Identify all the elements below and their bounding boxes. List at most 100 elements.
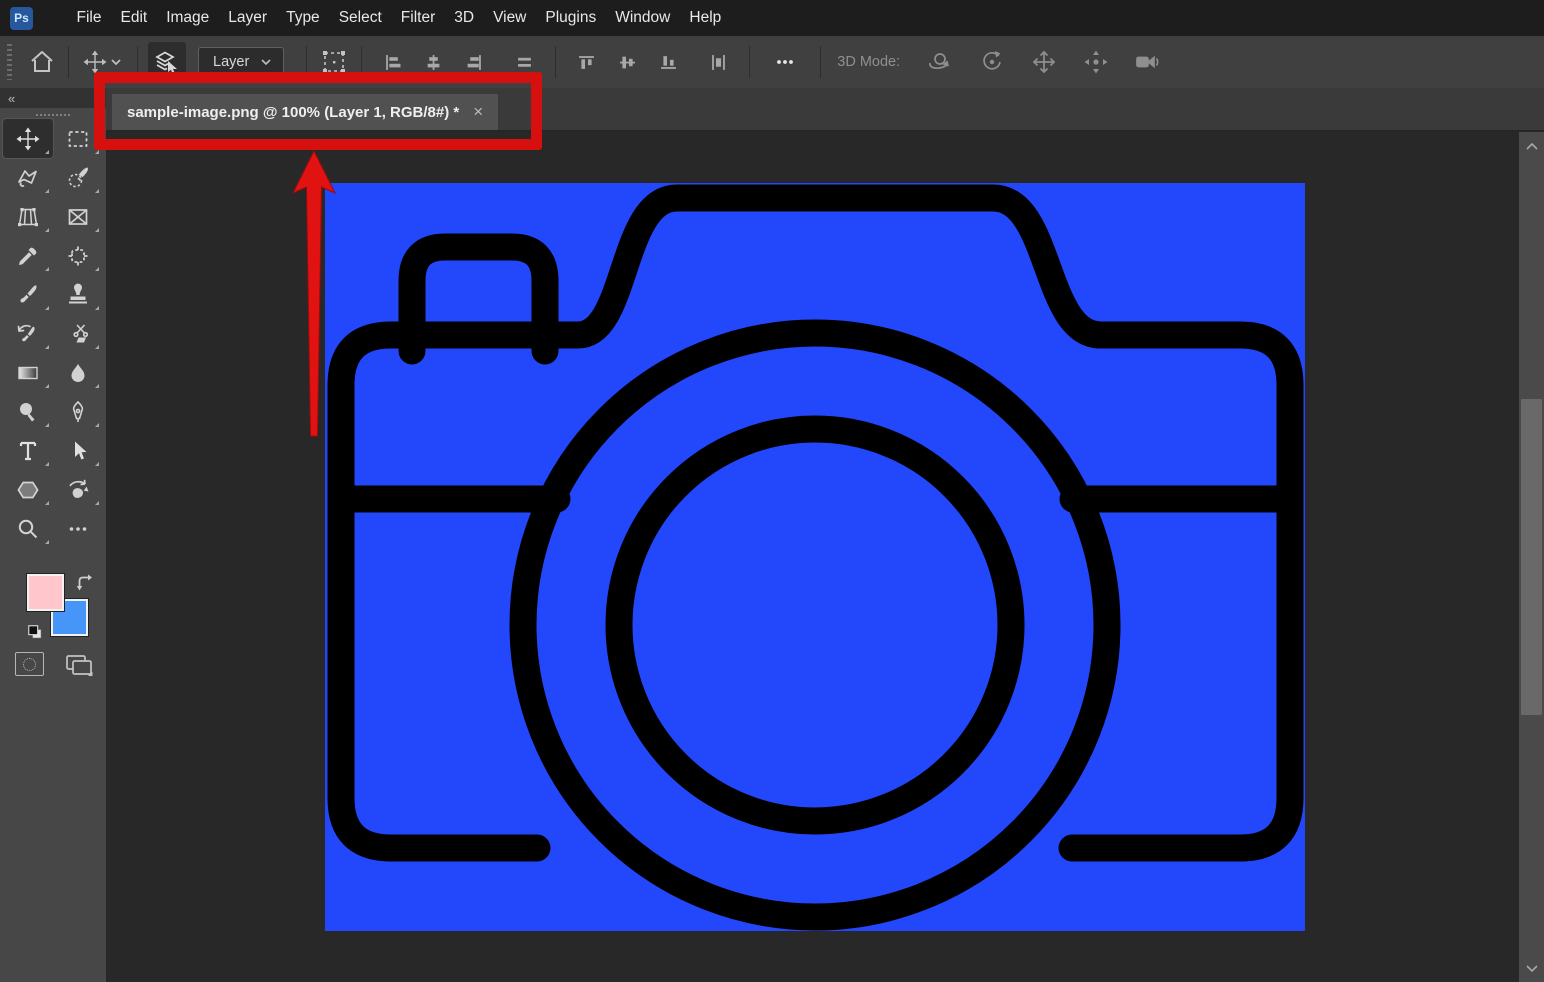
move-tool-icon [82, 49, 108, 75]
3d-orbit-button[interactable] [923, 45, 957, 79]
distribute-horizontal-centers-button[interactable] [707, 51, 730, 74]
3d-camera-button[interactable] [1131, 45, 1167, 79]
document-tab-bar: sample-image.png @ 100% (Layer 1, RGB/8#… [106, 88, 1544, 132]
transform-controls-icon [320, 48, 348, 76]
brush-icon [15, 282, 41, 308]
menu-plugins[interactable]: Plugins [536, 1, 606, 35]
menu-select[interactable]: Select [329, 1, 391, 35]
tool-eraser[interactable] [53, 314, 103, 353]
menu-type[interactable]: Type [277, 1, 330, 35]
canvas-image[interactable] [325, 183, 1305, 931]
menu-view[interactable]: View [484, 1, 536, 35]
align-top-edges-button[interactable] [575, 51, 598, 74]
tool-eyedropper[interactable] [3, 236, 53, 275]
home-button[interactable] [26, 46, 58, 78]
3d-slide-button[interactable] [1079, 45, 1113, 79]
tab-close-icon[interactable]: × [473, 102, 483, 122]
distribute-vertical-centers-button[interactable] [513, 51, 536, 74]
panel-collapse-button[interactable]: « [0, 88, 106, 108]
tool-quick-selection[interactable] [53, 158, 103, 197]
tool-crop[interactable] [3, 197, 53, 236]
show-transform-controls-toggle[interactable] [317, 45, 351, 79]
separator [820, 46, 821, 78]
tool-healing-brush[interactable] [53, 236, 103, 275]
chevron-down-icon [108, 54, 124, 70]
tool-gradient[interactable] [3, 353, 53, 392]
tool-move[interactable] [3, 119, 53, 158]
frame-icon [65, 204, 91, 230]
tool-blur[interactable] [53, 353, 103, 392]
tool-rotate-view[interactable] [53, 470, 103, 509]
menu-window[interactable]: Window [606, 1, 680, 35]
separator [68, 46, 69, 78]
auto-select-mode-value: Layer [213, 54, 249, 70]
scroll-up-arrow[interactable] [1519, 134, 1544, 158]
tool-brush[interactable] [3, 275, 53, 314]
align-left-icon [384, 54, 401, 71]
history-brush-icon [15, 321, 41, 347]
tool-dodge[interactable] [3, 392, 53, 431]
tool-rectangular-marquee[interactable] [53, 119, 103, 158]
tool-path-selection[interactable] [53, 431, 103, 470]
scroll-down-arrow[interactable] [1519, 956, 1544, 980]
auto-select-toggle[interactable] [148, 42, 186, 82]
arrow-cursor-icon [65, 438, 91, 464]
options-bar-grip[interactable] [7, 44, 12, 80]
tool-clone-stamp[interactable] [53, 275, 103, 314]
tool-pen[interactable] [53, 392, 103, 431]
menu-filter[interactable]: Filter [391, 1, 444, 35]
dodge-icon [15, 399, 41, 425]
default-colors-icon[interactable] [27, 624, 43, 640]
3d-pan-icon [1030, 48, 1058, 76]
distribute-vertical-icon [516, 54, 533, 71]
more-align-options-button[interactable] [770, 47, 800, 77]
menu-help[interactable]: Help [680, 1, 731, 35]
3d-pan-button[interactable] [1027, 45, 1061, 79]
tool-shape[interactable] [3, 470, 53, 509]
3d-camera-icon [1134, 48, 1164, 76]
align-right-edges-button[interactable] [463, 51, 486, 74]
3d-mode-label: 3D Mode: [837, 54, 900, 70]
type-icon [15, 438, 41, 464]
tool-lasso[interactable] [3, 158, 53, 197]
tool-edit-toolbar[interactable] [53, 509, 103, 548]
separator [361, 46, 362, 78]
screen-mode-button[interactable] [63, 652, 97, 680]
tool-frame[interactable] [53, 197, 103, 236]
align-vertical-centers-button[interactable] [616, 51, 639, 74]
align-left-edges-button[interactable] [381, 51, 404, 74]
menu-image[interactable]: Image [157, 1, 219, 35]
panel-drag-handle[interactable] [36, 114, 70, 116]
foreground-color-swatch[interactable] [27, 574, 64, 611]
auto-select-mode-dropdown[interactable]: Layer [198, 47, 284, 77]
menu-edit[interactable]: Edit [111, 1, 157, 35]
tool-type[interactable] [3, 431, 53, 470]
align-horizontal-centers-icon [425, 54, 442, 71]
3d-slide-icon [1082, 48, 1110, 76]
scrollbar-thumb[interactable] [1521, 399, 1542, 715]
vertical-scrollbar[interactable] [1519, 132, 1544, 982]
menu-file[interactable]: File [67, 1, 111, 35]
tool-zoom[interactable] [3, 509, 53, 548]
align-bottom-icon [660, 54, 677, 71]
gradient-icon [15, 360, 41, 386]
pen-icon [65, 399, 91, 425]
menu-layer[interactable]: Layer [219, 1, 277, 35]
tool-history-brush[interactable] [3, 314, 53, 353]
auto-select-layers-icon [153, 48, 181, 76]
align-bottom-edges-button[interactable] [657, 51, 680, 74]
menu-3d[interactable]: 3D [445, 1, 484, 35]
current-tool-button[interactable] [79, 46, 127, 78]
separator [749, 46, 750, 78]
3d-roll-button[interactable] [975, 45, 1009, 79]
color-swatches [0, 568, 106, 688]
quick-mask-button[interactable] [15, 652, 44, 676]
separator [555, 46, 556, 78]
separator [306, 46, 307, 78]
tools-panel: « [0, 88, 106, 982]
zoom-magnifier-icon [15, 516, 41, 542]
align-horizontal-centers-button[interactable] [422, 51, 445, 74]
swap-colors-icon[interactable] [75, 573, 94, 592]
chevron-up-icon [1526, 143, 1538, 150]
document-tab[interactable]: sample-image.png @ 100% (Layer 1, RGB/8#… [112, 94, 498, 130]
